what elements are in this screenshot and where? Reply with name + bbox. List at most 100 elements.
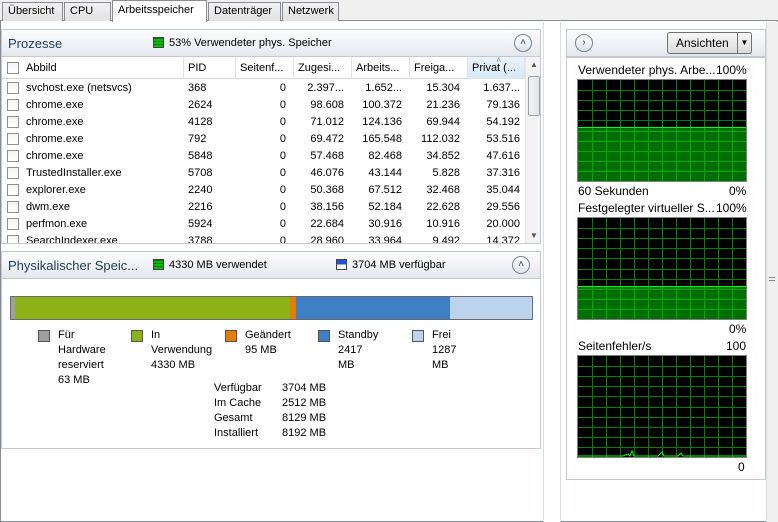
- row-checkbox[interactable]: [7, 133, 19, 145]
- table-row[interactable]: chrome.exe 2624 0 98.608 100.372 21.236 79.136: [2, 97, 525, 114]
- table-cell: 33.964: [368, 235, 402, 244]
- table-cell: 792: [188, 133, 207, 145]
- table-row[interactable]: explorer.exe 2240 0 50.368 67.512 32.468 35.04…: [2, 182, 525, 199]
- row-checkbox[interactable]: [7, 218, 19, 230]
- select-all-checkbox[interactable]: [7, 62, 19, 74]
- table-row[interactable]: chrome.exe 5848 0 57.468 82.468 34.852 47.616: [2, 148, 525, 165]
- process-table: Abbild PID Seitenf... Zugesi... Arbeits.…: [1, 57, 541, 244]
- summary-value: 3704 MB: [282, 382, 327, 394]
- column-freigabe[interactable]: Freiga...: [410, 57, 468, 79]
- column-arbeitssatz[interactable]: Arbeits...: [352, 57, 410, 79]
- physical-memory-title: Physikalischer Speic...: [8, 258, 139, 273]
- physical-memory-header[interactable]: Physikalischer Speic... 4330 MB verwende…: [1, 251, 541, 279]
- table-row[interactable]: perfmon.exe 5924 0 22.684 30.916 10.916 20.000: [2, 216, 525, 233]
- legend-swatch: [318, 330, 330, 342]
- table-cell: 0: [279, 201, 286, 213]
- table-cell: 5708: [188, 167, 213, 179]
- table-cell: 82.468: [368, 150, 402, 162]
- table-row[interactable]: SearchIndexer.exe 3788 0 28.960 33.964 9.492 1…: [2, 233, 525, 244]
- chevron-down-icon[interactable]: ▼: [737, 33, 751, 53]
- table-cell: 0: [279, 82, 286, 94]
- table-cell: 2240: [188, 184, 213, 196]
- table-row[interactable]: chrome.exe 792 0 69.472 165.548 112.032 53.516: [2, 131, 525, 148]
- tab-cpu[interactable]: CPU: [64, 2, 111, 21]
- graph1-timespan: 60 Sekunden: [578, 184, 649, 198]
- collapse-physical-button[interactable]: ˄: [512, 256, 530, 274]
- row-checkbox[interactable]: [7, 150, 19, 162]
- panel-divider[interactable]: [543, 22, 561, 522]
- row-checkbox[interactable]: [7, 82, 19, 94]
- table-cell: 3788: [188, 235, 213, 244]
- row-checkbox[interactable]: [7, 167, 19, 179]
- table-row[interactable]: TrustedInstaller.exe 5708 0 46.076 43.144 5.8…: [2, 165, 525, 182]
- table-row[interactable]: chrome.exe 4128 0 71.012 124.136 69.944 54.192: [2, 114, 525, 131]
- tab-netzwerk[interactable]: Netzwerk: [282, 2, 339, 21]
- row-checkbox[interactable]: [7, 201, 19, 213]
- sort-arrow-icon: ˄: [496, 57, 502, 65]
- column-pid[interactable]: PID: [184, 57, 236, 79]
- table-cell: 79.136: [486, 99, 520, 111]
- legend-swatch: [225, 330, 237, 342]
- column-seitenfehler[interactable]: Seitenf...: [236, 57, 294, 79]
- table-cell: 165.548: [362, 133, 402, 145]
- scroll-thumb[interactable]: [528, 76, 540, 116]
- table-cell: 1.637...: [483, 82, 520, 94]
- table-cell: 2624: [188, 99, 213, 111]
- table-cell: 28.960: [310, 235, 344, 244]
- graph-canvas: [578, 218, 746, 319]
- table-cell: 2216: [188, 201, 213, 213]
- memory-usage-summary: 53% Verwendeter phys. Speicher: [153, 37, 332, 49]
- legend-swatch: [131, 330, 143, 342]
- graph3-label: Seitenfehler/s: [578, 339, 652, 353]
- row-checkbox[interactable]: [7, 116, 19, 128]
- tab-arbeitsspeicher[interactable]: Arbeitsspeicher: [112, 0, 207, 22]
- row-checkbox[interactable]: [7, 99, 19, 111]
- summary-value: 2512 MB: [282, 397, 327, 409]
- table-cell: chrome.exe: [26, 99, 84, 111]
- table-cell: 112.032: [421, 133, 460, 145]
- row-checkbox[interactable]: [7, 235, 19, 243]
- table-cell: 38.156: [310, 201, 344, 213]
- row-checkbox[interactable]: [7, 184, 19, 196]
- table-cell: 368: [188, 82, 207, 94]
- memory-bar-segment: [296, 297, 450, 319]
- table-cell: TrustedInstaller.exe: [26, 167, 122, 179]
- summary-key: Gesamt: [214, 412, 253, 424]
- processes-title: Prozesse: [8, 36, 63, 51]
- column-privat-label: Privat (...: [472, 62, 517, 74]
- summary-key: Installiert: [214, 427, 259, 439]
- column-zugesichert[interactable]: Zugesi...: [294, 57, 352, 79]
- table-cell: 0: [279, 167, 286, 179]
- collapse-processes-button[interactable]: ˄: [514, 34, 532, 52]
- table-cell: 15.304: [426, 82, 460, 94]
- legend-text: Für Hardware reserviert 63 MB: [58, 329, 106, 386]
- processes-header[interactable]: Prozesse 53% Verwendeter phys. Speicher …: [1, 29, 541, 57]
- table-row[interactable]: dwm.exe 2216 0 38.156 52.184 22.628 29.556: [2, 199, 525, 216]
- summary-value: 8192 MB: [282, 427, 327, 439]
- virtual-memory-graph: [577, 217, 747, 320]
- tab-bar: Übersicht CPU Arbeitsspeicher Datenträge…: [0, 0, 778, 22]
- table-cell: 1.652...: [365, 82, 402, 94]
- toggle-monitor-button[interactable]: ›: [575, 34, 593, 52]
- column-privat[interactable]: ˄ Privat (...: [468, 57, 525, 79]
- process-table-scrollbar[interactable]: ▲ ▼: [525, 57, 540, 243]
- available-memory-text: 3704 MB verfügbar: [352, 259, 446, 271]
- right-scrollbar[interactable]: [766, 22, 778, 522]
- scroll-down-icon[interactable]: ▼: [526, 228, 540, 243]
- legend-text: Geändert 95 MB: [245, 329, 291, 356]
- table-cell: 2.397...: [307, 82, 344, 94]
- table-cell: 0: [279, 218, 286, 230]
- legend-text: In Verwendung 4330 MB: [151, 329, 213, 371]
- table-cell: 21.236: [426, 99, 460, 111]
- views-button[interactable]: Ansichten ▼: [667, 32, 752, 54]
- tab-uebersicht[interactable]: Übersicht: [2, 2, 63, 21]
- table-row[interactable]: svchost.exe (netsvcs) 368 0 2.397... 1.652..…: [2, 80, 525, 97]
- legend-text: Frei 1287 MB: [432, 329, 457, 371]
- graph2-max: 100%: [716, 201, 747, 215]
- table-cell: 43.144: [368, 167, 402, 179]
- table-cell: chrome.exe: [26, 133, 84, 145]
- tab-datentraeger[interactable]: Datenträger: [208, 2, 281, 21]
- column-abbild[interactable]: Abbild: [22, 57, 184, 79]
- green-legend-icon: [153, 259, 164, 270]
- scroll-up-icon[interactable]: ▲: [526, 57, 540, 73]
